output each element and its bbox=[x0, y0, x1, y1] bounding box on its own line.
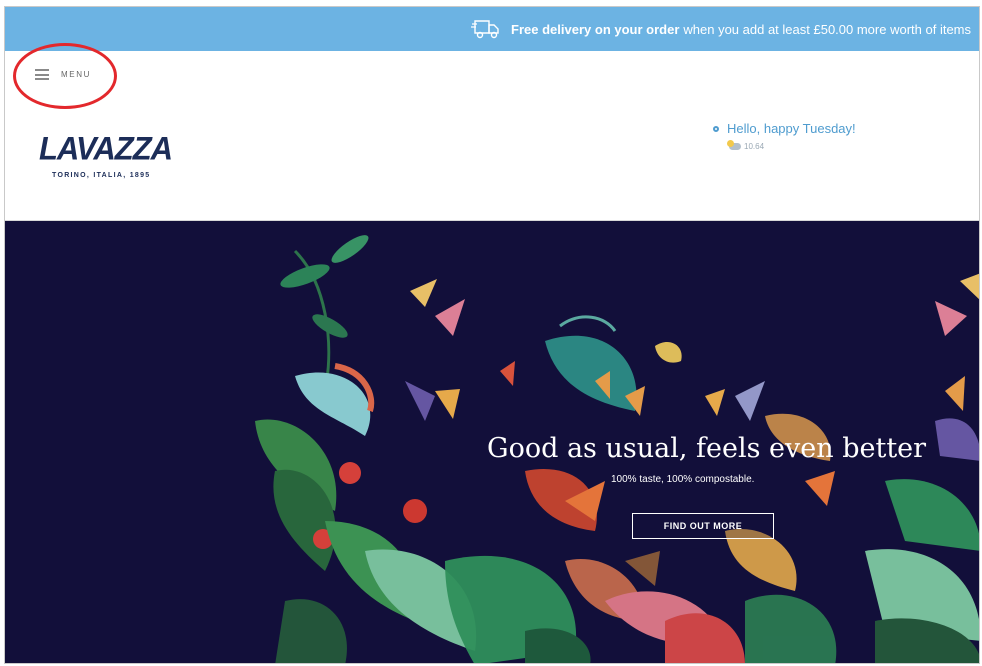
weather-icon bbox=[727, 140, 741, 150]
greeting-text: Hello, happy Tuesday! bbox=[727, 121, 856, 136]
browser-viewport: Free delivery on your order when you add… bbox=[4, 6, 980, 664]
promo-bar: Free delivery on your order when you add… bbox=[5, 7, 979, 51]
hero-headline: Good as usual, feels even better bbox=[487, 433, 927, 464]
brand-tagline: TORINO, ITALIA, 1895 bbox=[52, 172, 151, 179]
hero-banner: Good as usual, feels even better 100% ta… bbox=[5, 221, 979, 663]
greeting-block: Hello, happy Tuesday! 10.64 bbox=[713, 121, 856, 151]
menu-label: MENU bbox=[61, 70, 91, 79]
lavazza-logo[interactable]: LAVAZZA TORINO, ITALIA, 1895 bbox=[39, 130, 173, 179]
promo-bold-text: Free delivery on your order bbox=[511, 21, 680, 37]
find-out-more-button[interactable]: FIND OUT MORE bbox=[632, 513, 774, 539]
promo-text: when you add at least £50.00 more worth … bbox=[683, 21, 971, 37]
weather-value: 10.64 bbox=[744, 142, 765, 151]
hamburger-icon bbox=[35, 69, 49, 80]
hero-subheadline: 100% taste, 100% compostable. bbox=[611, 474, 755, 485]
brand-wordmark: LAVAZZA bbox=[39, 130, 173, 167]
location-dot-icon bbox=[713, 125, 719, 132]
delivery-truck-icon bbox=[471, 20, 499, 39]
weather-widget: 10.64 bbox=[727, 140, 856, 151]
menu-button[interactable]: MENU bbox=[35, 69, 91, 80]
